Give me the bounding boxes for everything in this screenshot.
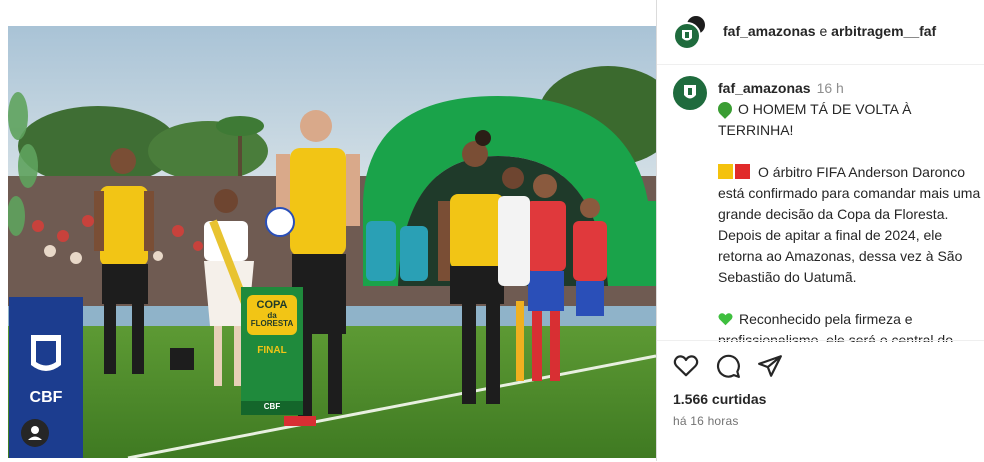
red-card-icon: [735, 164, 750, 179]
cbf-banner-label: CBF: [29, 389, 63, 406]
comment-icon[interactable]: [715, 353, 741, 379]
caption-body: faf_amazonas 16 h O HOMEM TÁ DE VOLTA À T…: [715, 78, 984, 342]
post-photo[interactable]: CBF COPA da FLORESTA FINAL CBF: [8, 26, 656, 458]
post-caption: faf_amazonas 16 h O HOMEM TÁ DE VOLTA À T…: [673, 76, 984, 342]
post-header: faf_amazonas e arbitragem__faf: [657, 0, 984, 65]
likes-count[interactable]: 1.566 curtidas: [673, 391, 766, 407]
faf-avatar[interactable]: [673, 22, 701, 50]
faf-crest-icon: [684, 85, 696, 99]
caption-username[interactable]: faf_amazonas: [718, 80, 811, 96]
caption-headline: O HOMEM TÁ DE VOLTA À TERRINHA!: [718, 101, 912, 138]
caption-time[interactable]: 16 h: [817, 80, 844, 96]
cbf-banner: CBF: [9, 297, 83, 458]
leaf-emoji-icon: [715, 99, 735, 119]
header-account-link[interactable]: faf_amazonas: [723, 23, 816, 39]
green-heart-icon: [718, 313, 733, 326]
sign-final: FINAL: [257, 345, 287, 356]
photo-scene: [8, 26, 656, 458]
caption-avatar[interactable]: [673, 76, 707, 110]
action-bar: [673, 353, 783, 381]
post-actions: 1.566 curtidas há 16 horas: [657, 340, 984, 462]
post-side-panel: faf_amazonas e arbitragem__faf faf_amazo…: [657, 0, 984, 461]
collab-avatars[interactable]: [673, 14, 707, 50]
instagram-post-window: CBF COPA da FLORESTA FINAL CBF faf_amazo…: [0, 0, 984, 461]
header-collaborator-link[interactable]: arbitragem__faf: [831, 23, 936, 39]
sign-cbf: CBF: [263, 402, 281, 411]
caption-paragraph-3: Reconhecido pela firmeza e profissionali…: [718, 311, 954, 342]
sign-title-floresta: FLORESTA: [250, 319, 294, 328]
like-heart-icon[interactable]: [673, 353, 699, 379]
copa-floresta-sign: COPA da FLORESTA FINAL CBF: [241, 287, 303, 415]
sign-title-copa: COPA: [256, 299, 288, 311]
header-connector: e: [819, 23, 828, 39]
post-timestamp[interactable]: há 16 horas: [673, 414, 739, 428]
share-send-icon[interactable]: [757, 353, 783, 379]
faf-crest-icon: [682, 30, 692, 41]
caption-paragraph-2: O árbitro FIFA Anderson Daronco está con…: [718, 164, 981, 285]
yellow-card-icon: [718, 164, 733, 179]
post-header-accounts: faf_amazonas e arbitragem__faf: [723, 23, 936, 39]
tag-people-icon[interactable]: [21, 419, 49, 447]
